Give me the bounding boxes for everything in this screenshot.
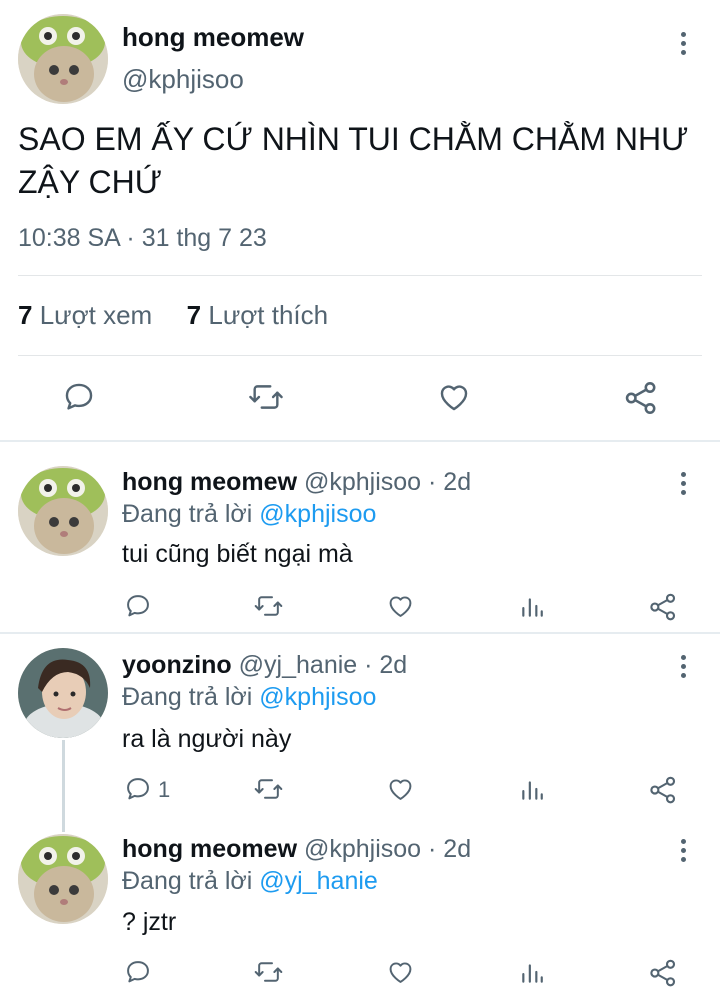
- thread-connector: [62, 740, 65, 832]
- share-icon[interactable]: [623, 380, 659, 416]
- reply-author-handle[interactable]: @kphjisoo · 2d: [304, 468, 471, 496]
- likes-count[interactable]: 7: [187, 300, 201, 330]
- views-count[interactable]: 7: [18, 300, 32, 330]
- replying-prefix: Đang trả lời: [122, 500, 253, 528]
- share-icon[interactable]: [648, 592, 678, 622]
- reply-author-name[interactable]: hong meomew: [122, 468, 297, 496]
- share-icon[interactable]: [648, 775, 678, 805]
- reply-count: 1: [158, 777, 171, 802]
- replying-to: Đang trả lời @kphjisoo: [122, 500, 376, 529]
- reply-icon[interactable]: [124, 775, 152, 803]
- author-handle[interactable]: @kphjisoo: [122, 64, 244, 95]
- reply-header: yoonzino @yj_hanie · 2d: [122, 651, 407, 680]
- more-options-icon[interactable]: [673, 30, 693, 58]
- reply-icon[interactable]: [124, 592, 152, 620]
- reply-author-handle[interactable]: @kphjisoo · 2d: [304, 835, 471, 863]
- tweet-timestamp[interactable]: 10:38 SA · 31 thg 7 23: [18, 224, 267, 253]
- like-icon[interactable]: [386, 592, 415, 620]
- more-options-icon[interactable]: [673, 653, 693, 681]
- like-icon[interactable]: [386, 958, 415, 986]
- replying-prefix: Đang trả lời: [122, 867, 253, 895]
- reply-text: tui cũng biết ngại mà: [122, 540, 353, 568]
- reply-avatar[interactable]: [18, 834, 108, 924]
- author-avatar[interactable]: [18, 14, 108, 104]
- divider: [18, 275, 702, 276]
- tweet-text: SAO EM ẤY CỨ NHÌN TUI CHẰM CHẰM NHƯ ZẬY …: [18, 121, 689, 200]
- analytics-icon[interactable]: [519, 960, 545, 986]
- more-options-icon[interactable]: [673, 470, 693, 498]
- share-icon[interactable]: [648, 958, 678, 988]
- likes-label[interactable]: Lượt thích: [208, 300, 328, 330]
- reply-icon[interactable]: [124, 958, 152, 986]
- section-divider: [0, 632, 720, 634]
- views-label[interactable]: Lượt xem: [40, 300, 152, 330]
- analytics-icon[interactable]: [519, 777, 545, 803]
- replying-to: Đang trả lời @yj_hanie: [122, 867, 378, 896]
- retweet-icon[interactable]: [253, 775, 284, 803]
- replying-prefix: Đang trả lời: [122, 683, 253, 711]
- mention-link[interactable]: @kphjisoo: [259, 500, 376, 528]
- mention-link[interactable]: @kphjisoo: [259, 683, 376, 711]
- mention-link[interactable]: @yj_hanie: [259, 867, 378, 895]
- reply-header: hong meomew @kphjisoo · 2d: [122, 835, 471, 864]
- analytics-icon[interactable]: [519, 594, 545, 620]
- reply-author-handle[interactable]: @yj_hanie · 2d: [239, 651, 408, 679]
- reply-text: ? jztr: [122, 908, 177, 936]
- like-icon[interactable]: [386, 775, 415, 803]
- retweet-icon[interactable]: [253, 592, 284, 620]
- reply-author-name[interactable]: yoonzino: [122, 651, 232, 679]
- like-icon[interactable]: [436, 380, 472, 414]
- retweet-icon[interactable]: [247, 380, 285, 414]
- replying-to: Đang trả lời @kphjisoo: [122, 683, 376, 712]
- retweet-icon[interactable]: [253, 958, 284, 986]
- divider: [18, 355, 702, 356]
- reply-icon[interactable]: [62, 380, 96, 414]
- more-options-icon[interactable]: [673, 837, 693, 865]
- reply-text: ra là người này: [122, 725, 292, 753]
- author-name[interactable]: hong meomew: [122, 22, 304, 53]
- reply-avatar[interactable]: [18, 466, 108, 556]
- tweet-stats: 7 Lượt xem 7 Lượt thích: [18, 300, 328, 331]
- section-divider: [0, 440, 720, 442]
- reply-author-name[interactable]: hong meomew: [122, 835, 297, 863]
- reply-avatar[interactable]: [18, 648, 108, 738]
- reply-header: hong meomew @kphjisoo · 2d: [122, 468, 471, 497]
